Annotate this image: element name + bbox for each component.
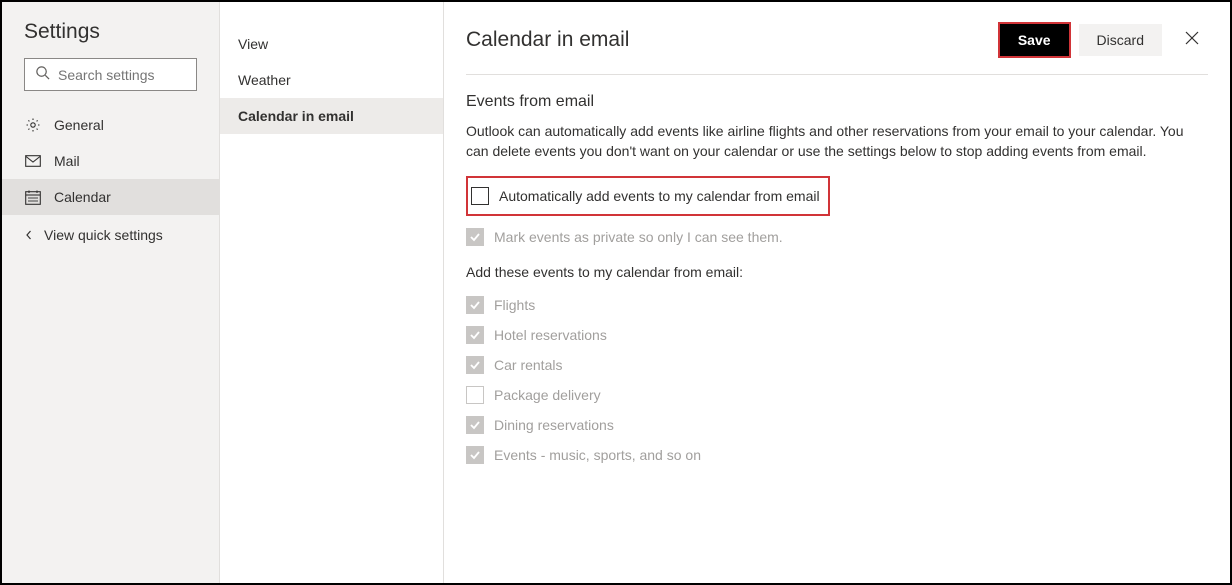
event-types-list: Flights Hotel reservations Car rentals Pack… — [466, 290, 1208, 470]
event-type-checkbox — [466, 356, 484, 374]
subnav-label: Weather — [238, 72, 291, 88]
main-panel: Calendar in email Save Discard Events fr… — [444, 2, 1230, 583]
event-type-checkbox — [466, 386, 484, 404]
sidebar-item-mail[interactable]: Mail — [2, 143, 219, 179]
mark-private-checkbox — [466, 228, 484, 246]
event-type-label: Hotel reservations — [494, 327, 607, 343]
quick-settings-label: View quick settings — [44, 227, 163, 243]
event-type-checkbox — [466, 446, 484, 464]
event-type-label: Car rentals — [494, 357, 562, 373]
calendar-icon — [24, 190, 42, 205]
subnav-item-weather[interactable]: Weather — [220, 62, 443, 98]
auto-add-checkbox[interactable] — [471, 187, 489, 205]
auto-add-label: Automatically add events to my calendar … — [499, 188, 820, 204]
save-button[interactable]: Save — [1000, 24, 1069, 56]
sidebar-item-general[interactable]: General — [2, 107, 219, 143]
event-type-label: Events - music, sports, and so on — [494, 447, 701, 463]
auto-add-highlight: Automatically add events to my calendar … — [466, 176, 830, 216]
search-settings-input-wrap[interactable] — [24, 58, 197, 91]
settings-sidebar: Settings General — [2, 2, 220, 583]
page-title: Calendar in email — [466, 28, 990, 52]
search-icon — [35, 65, 50, 85]
settings-title: Settings — [2, 20, 219, 58]
event-type-row: Car rentals — [466, 350, 1208, 380]
section-title: Events from email — [466, 93, 1208, 111]
event-type-row: Dining reservations — [466, 410, 1208, 440]
chevron-left-icon — [24, 227, 34, 243]
subnav-item-calendar-in-email[interactable]: Calendar in email — [220, 98, 443, 134]
event-type-row: Hotel reservations — [466, 320, 1208, 350]
subnav-item-view[interactable]: View — [220, 26, 443, 62]
sidebar-item-label: Calendar — [54, 189, 111, 205]
sidebar-item-label: General — [54, 117, 104, 133]
event-type-checkbox — [466, 326, 484, 344]
view-quick-settings-link[interactable]: View quick settings — [2, 217, 219, 253]
add-these-events-label: Add these events to my calendar from ema… — [466, 264, 1208, 280]
event-type-label: Package delivery — [494, 387, 601, 403]
section-description: Outlook can automatically add events lik… — [466, 121, 1206, 162]
calendar-subnav: View Weather Calendar in email — [220, 2, 444, 583]
search-settings-input[interactable] — [58, 67, 186, 83]
event-type-label: Flights — [494, 297, 535, 313]
discard-button[interactable]: Discard — [1079, 24, 1162, 56]
event-type-row: Package delivery — [466, 380, 1208, 410]
gear-icon — [24, 117, 42, 133]
sidebar-item-label: Mail — [54, 153, 80, 169]
event-type-checkbox — [466, 416, 484, 434]
close-button[interactable] — [1176, 24, 1208, 56]
mail-icon — [24, 155, 42, 167]
event-type-label: Dining reservations — [494, 417, 614, 433]
event-type-checkbox — [466, 296, 484, 314]
close-icon — [1185, 31, 1199, 50]
sidebar-item-calendar[interactable]: Calendar — [2, 179, 219, 215]
event-type-row: Events - music, sports, and so on — [466, 440, 1208, 470]
subnav-label: Calendar in email — [238, 108, 354, 124]
subnav-label: View — [238, 36, 268, 52]
mark-private-label: Mark events as private so only I can see… — [494, 229, 783, 245]
event-type-row: Flights — [466, 290, 1208, 320]
